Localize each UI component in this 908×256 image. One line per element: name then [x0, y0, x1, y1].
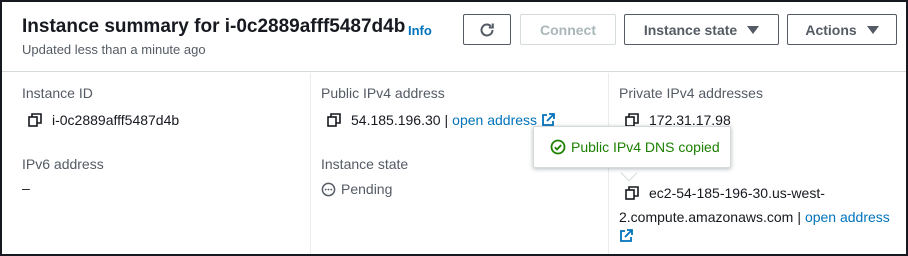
public-dns-value-row-2: 2.compute.amazonaws.com | open address [619, 209, 890, 225]
instance-id-label: Instance ID [22, 85, 93, 101]
connect-button-label: Connect [540, 21, 596, 38]
ipv6-value: – [22, 180, 30, 196]
instance-state-value-row: Pending [321, 181, 392, 197]
actions-dropdown[interactable]: Actions [787, 14, 897, 45]
last-updated-text: Updated less than a minute ago [22, 42, 206, 57]
pending-icon [321, 182, 336, 196]
info-link[interactable]: Info [408, 23, 432, 38]
instance-state-dropdown-label: Instance state [643, 21, 738, 38]
copy-icon[interactable] [625, 186, 639, 200]
copied-tooltip: Public IPv4 DNS copied [533, 126, 731, 168]
separator: | [444, 112, 449, 128]
column-divider [310, 73, 311, 254]
public-ipv4-value-row: 54.185.196.30 | open address [327, 112, 555, 128]
instance-state-value: Pending [341, 181, 393, 197]
caret-down-icon [747, 25, 760, 34]
public-ipv4-label: Public IPv4 address [321, 85, 445, 101]
refresh-button[interactable] [463, 14, 511, 45]
open-address-link[interactable]: open address [452, 112, 537, 128]
copy-icon[interactable] [28, 113, 42, 127]
private-ipv4-label: Private IPv4 addresses [619, 85, 763, 101]
public-dns-external-link[interactable] [619, 229, 633, 248]
refresh-icon [480, 23, 494, 36]
instance-state-dropdown[interactable]: Instance state [624, 14, 779, 45]
success-check-icon [550, 139, 566, 155]
open-address-link[interactable]: open address [805, 209, 890, 225]
public-dns-value-row: ec2-54-185-196-30.us-west- [625, 185, 825, 201]
separator: | [797, 209, 801, 225]
external-link-icon[interactable] [541, 113, 555, 127]
connect-button[interactable]: Connect [520, 14, 616, 45]
public-dns-value-line2: 2.compute.amazonaws.com [619, 209, 794, 225]
panel-header: Instance summary for i-0c2889afff5487d4b… [2, 2, 906, 72]
instance-id-value: i-0c2889afff5487d4b [52, 112, 180, 128]
instance-id-value-row: i-0c2889afff5487d4b [28, 112, 179, 128]
external-link-icon[interactable] [619, 229, 633, 243]
tooltip-text: Public IPv4 DNS copied [571, 139, 720, 155]
actions-dropdown-label: Actions [805, 21, 857, 38]
public-dns-value-line1: ec2-54-185-196-30.us-west- [649, 185, 825, 201]
page-title: Instance summary for i-0c2889afff5487d4b [22, 16, 406, 37]
instance-state-label: Instance state [321, 156, 409, 172]
ipv6-label: IPv6 address [22, 156, 104, 172]
caret-down-icon [866, 25, 879, 34]
instance-summary-panel: Instance summary for i-0c2889afff5487d4b… [0, 0, 908, 256]
copy-icon[interactable] [625, 113, 639, 127]
public-ipv4-value: 54.185.196.30 [351, 112, 441, 128]
copy-icon[interactable] [327, 113, 341, 127]
